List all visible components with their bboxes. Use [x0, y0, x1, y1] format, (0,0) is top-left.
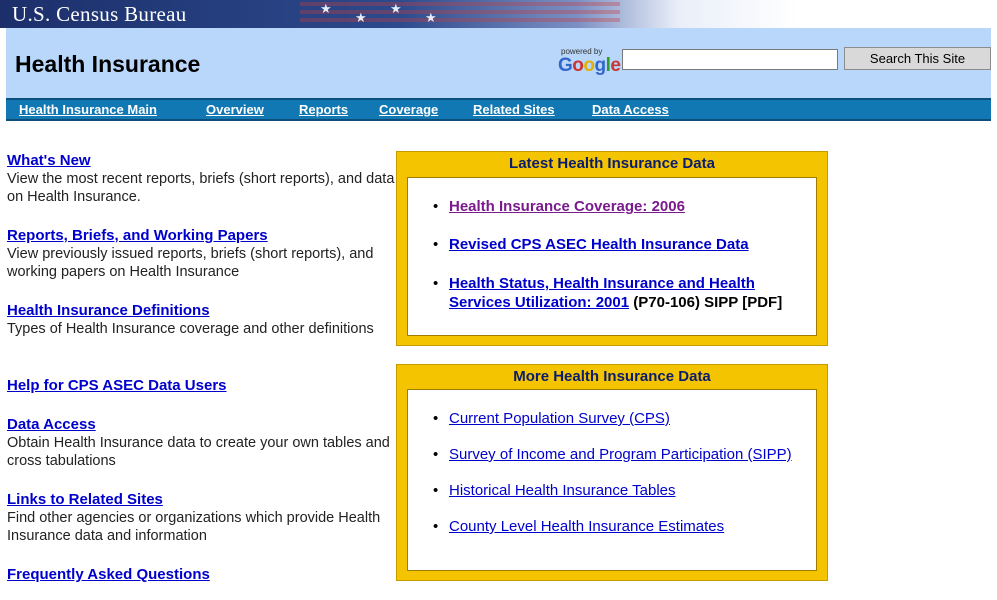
page-header: Health Insurance powered by Google Searc…	[6, 28, 991, 98]
list-item: Health Status, Health Insurance and Heal…	[433, 274, 814, 312]
list-item: Revised CPS ASEC Health Insurance Data	[433, 236, 816, 274]
search-button[interactable]: Search This Site	[844, 47, 991, 70]
page-title: Health Insurance	[15, 51, 201, 77]
nav-related-sites[interactable]: Related Sites	[473, 102, 555, 117]
nav-overview[interactable]: Overview	[206, 102, 264, 117]
county-estimates-link[interactable]: County Level Health Insurance Estimates	[449, 518, 724, 535]
left-item-data-access: Data Access Obtain Health Insurance data…	[7, 415, 397, 470]
main-nav: Health Insurance Main Overview Reports C…	[6, 98, 991, 121]
more-data-heading: More Health Insurance Data	[513, 368, 711, 385]
more-data-list: Current Population Survey (CPS) Survey o…	[408, 410, 816, 554]
nav-coverage[interactable]: Coverage	[379, 102, 438, 117]
related-sites-desc: Find other agencies or organizations whi…	[7, 510, 381, 544]
health-status-suffix: (P70-106) SIPP [PDF]	[629, 294, 783, 311]
definitions-link[interactable]: Health Insurance Definitions	[7, 301, 397, 320]
reports-briefs-desc: View previously issued reports, briefs (…	[7, 246, 374, 280]
list-item: Survey of Income and Program Participati…	[433, 446, 816, 482]
data-access-desc: Obtain Health Insurance data to create y…	[7, 435, 390, 469]
list-item: Historical Health Insurance Tables	[433, 482, 816, 518]
latest-data-box: Latest Health Insurance Data Health Insu…	[396, 151, 828, 346]
list-item: County Level Health Insurance Estimates	[433, 518, 816, 554]
sipp-link[interactable]: Survey of Income and Program Participati…	[449, 446, 792, 463]
left-item-cps-help: Help for CPS ASEC Data Users	[7, 376, 397, 395]
list-item: Current Population Survey (CPS)	[433, 410, 816, 446]
census-brand[interactable]: U.S. Census Bureau	[12, 2, 187, 27]
historical-tables-link[interactable]: Historical Health Insurance Tables	[449, 482, 676, 499]
left-item-whats-new: What's New View the most recent reports,…	[7, 151, 397, 206]
whats-new-link[interactable]: What's New	[7, 151, 397, 170]
cps-asec-help-link[interactable]: Help for CPS ASEC Data Users	[7, 376, 397, 395]
left-item-faq: Frequently Asked Questions	[7, 565, 397, 584]
flag-graphic: ★ ★ ★ ★	[300, 0, 620, 28]
nav-reports[interactable]: Reports	[299, 102, 348, 117]
left-item-related-sites: Links to Related Sites Find other agenci…	[7, 490, 397, 545]
google-powered-logo: powered by Google	[558, 47, 622, 81]
whats-new-desc: View the most recent reports, briefs (sh…	[7, 171, 395, 205]
data-access-link[interactable]: Data Access	[7, 415, 397, 434]
latest-data-heading: Latest Health Insurance Data	[509, 155, 715, 172]
search-input[interactable]	[622, 49, 838, 70]
reports-briefs-link[interactable]: Reports, Briefs, and Working Papers	[7, 226, 397, 245]
latest-data-list: Health Insurance Coverage: 2006 Revised …	[408, 198, 816, 312]
list-item: Health Insurance Coverage: 2006	[433, 198, 816, 236]
census-banner: ★ ★ ★ ★ U.S. Census Bureau	[0, 0, 997, 28]
faq-link[interactable]: Frequently Asked Questions	[7, 565, 397, 584]
google-logo: Google	[558, 55, 621, 76]
revised-cps-link[interactable]: Revised CPS ASEC Health Insurance Data	[449, 236, 749, 253]
latest-data-panel: Health Insurance Coverage: 2006 Revised …	[407, 177, 817, 336]
related-sites-link[interactable]: Links to Related Sites	[7, 490, 397, 509]
nav-data-access[interactable]: Data Access	[592, 102, 669, 117]
left-item-definitions: Health Insurance Definitions Types of He…	[7, 301, 397, 338]
left-item-reports: Reports, Briefs, and Working Papers View…	[7, 226, 397, 281]
more-data-box: More Health Insurance Data Current Popul…	[396, 364, 828, 581]
nav-health-insurance-main[interactable]: Health Insurance Main	[19, 102, 157, 117]
more-data-panel: Current Population Survey (CPS) Survey o…	[407, 389, 817, 571]
definitions-desc: Types of Health Insurance coverage and o…	[7, 321, 374, 337]
coverage-2006-link[interactable]: Health Insurance Coverage: 2006	[449, 198, 685, 215]
cps-link[interactable]: Current Population Survey (CPS)	[449, 410, 670, 427]
